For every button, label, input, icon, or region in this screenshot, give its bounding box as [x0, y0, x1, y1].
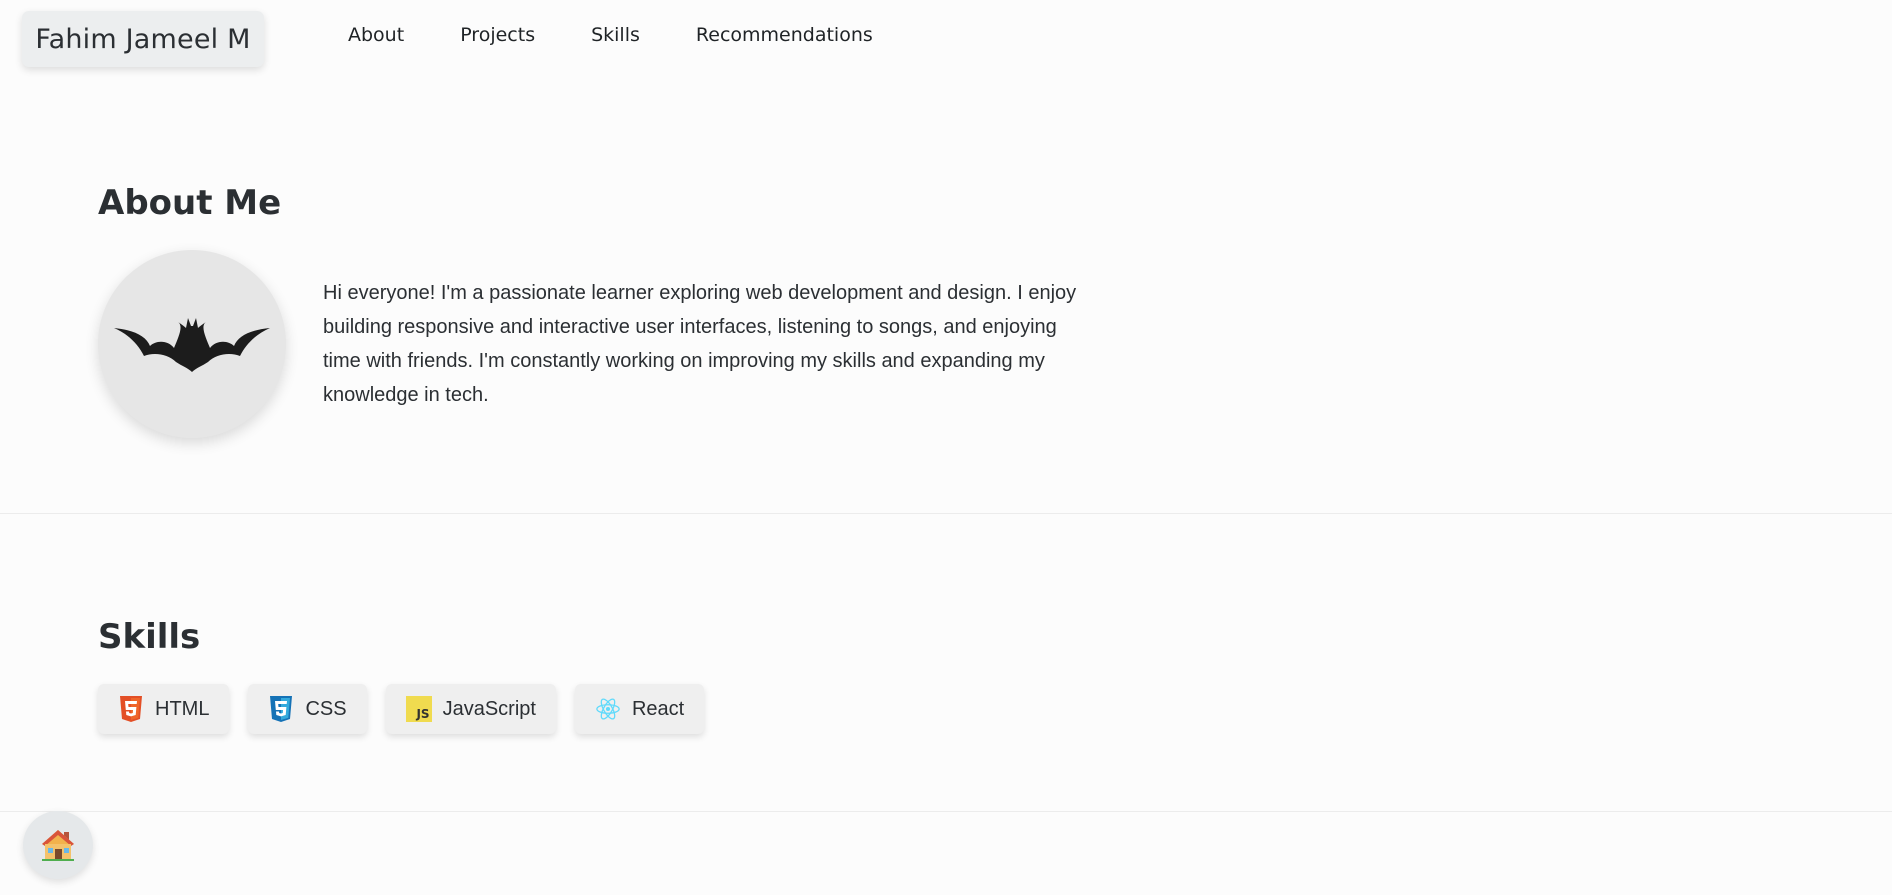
nav-recommendations[interactable]: Recommendations: [696, 24, 873, 46]
javascript-badge: JS: [405, 696, 432, 722]
skills-list: HTML CSS JS JavaScript React: [98, 684, 723, 734]
css3-icon: [268, 695, 294, 723]
about-title: About Me: [98, 183, 282, 223]
nav-projects[interactable]: Projects: [460, 24, 535, 46]
skill-label: JavaScript: [442, 697, 536, 720]
bat-logo-icon: [114, 318, 270, 372]
brand-logo[interactable]: Fahim Jameel M: [22, 11, 264, 67]
skill-label: React: [631, 697, 685, 720]
about-text: Hi everyone! I'm a passionate learner ex…: [323, 282, 1077, 406]
avatar: [98, 250, 286, 438]
brand-name: Fahim Jameel M: [35, 23, 251, 55]
skill-label: HTML: [155, 697, 210, 720]
home-button[interactable]: [23, 811, 93, 879]
skill-css: CSS: [248, 684, 367, 734]
skill-react: React: [574, 684, 705, 734]
section-divider: [0, 811, 1892, 812]
javascript-icon: JS: [405, 695, 432, 723]
house-icon: [42, 830, 74, 861]
skill-javascript: JS JavaScript: [385, 684, 556, 734]
react-icon: [595, 695, 621, 723]
nav-about[interactable]: About: [348, 24, 404, 46]
skill-label: CSS: [305, 697, 347, 720]
main-nav: About Projects Skills Recommendations: [348, 24, 929, 46]
nav-skills[interactable]: Skills: [591, 24, 640, 46]
html5-icon: [118, 695, 144, 723]
skills-title: Skills: [98, 617, 201, 657]
skill-html: HTML: [98, 684, 230, 734]
section-divider: [0, 513, 1892, 514]
